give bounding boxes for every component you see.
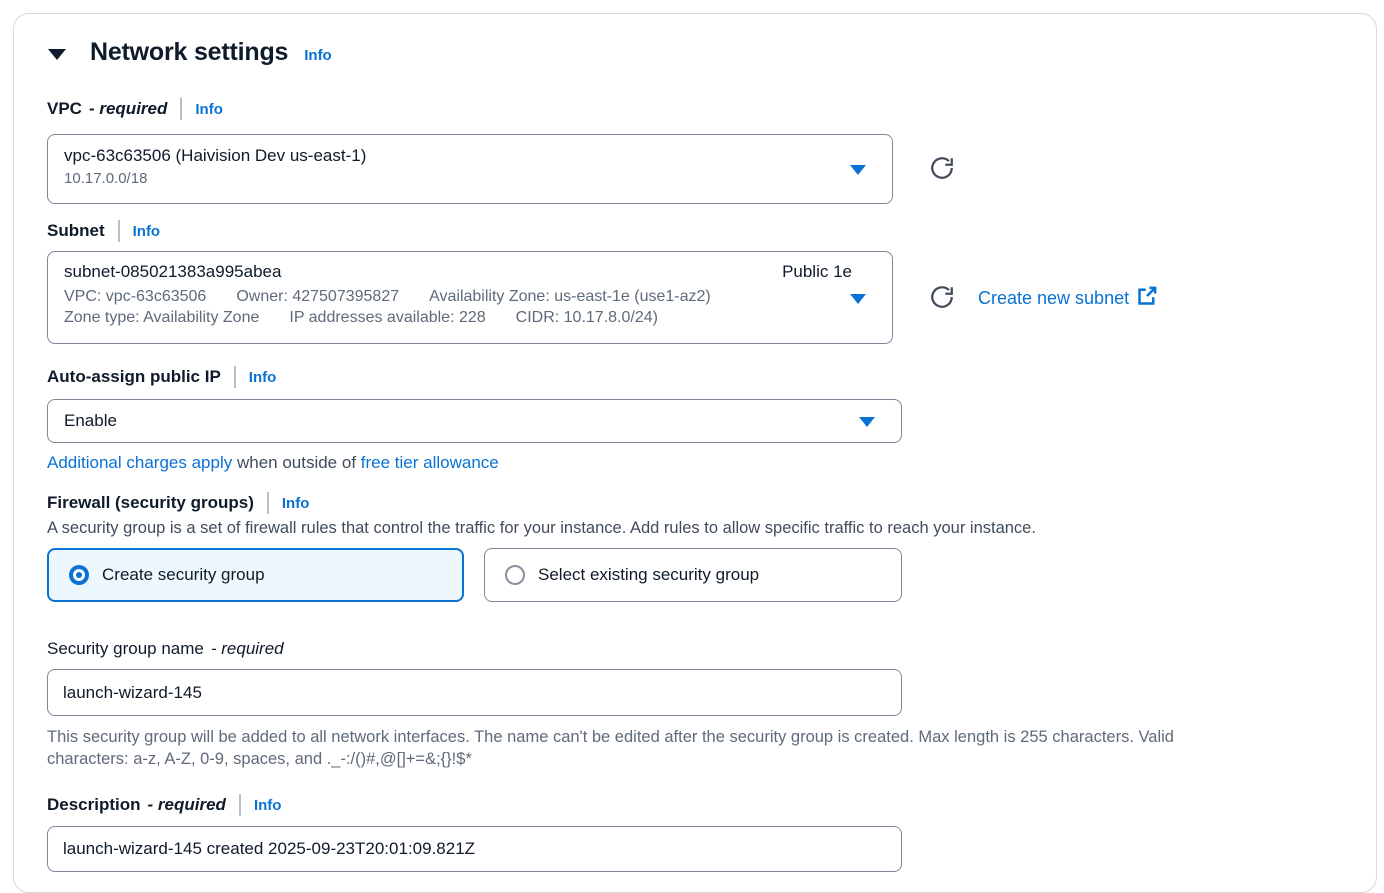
chevron-down-icon bbox=[850, 165, 866, 175]
create-security-group-option[interactable]: Create security group bbox=[47, 548, 464, 602]
section-info-link[interactable]: Info bbox=[304, 47, 332, 64]
auto-assign-info-link[interactable]: Info bbox=[249, 369, 277, 386]
subnet-badge: Public 1e bbox=[782, 262, 852, 282]
label-divider bbox=[239, 794, 241, 816]
subnet-meta-row-2: Zone type: Availability Zone IP addresse… bbox=[64, 309, 892, 327]
create-new-subnet-link[interactable]: Create new subnet bbox=[978, 286, 1157, 311]
subnet-refresh-button[interactable] bbox=[929, 284, 955, 313]
refresh-icon bbox=[929, 169, 955, 184]
free-tier-link[interactable]: free tier allowance bbox=[361, 453, 499, 472]
vpc-select[interactable]: vpc-63c63506 (Haivision Dev us-east-1) 1… bbox=[47, 134, 893, 204]
subnet-meta-az: Availability Zone: us-east-1e (use1-az2) bbox=[429, 288, 711, 306]
subnet-meta-ip-available: IP addresses available: 228 bbox=[289, 309, 485, 327]
firewall-info-link[interactable]: Info bbox=[282, 495, 310, 512]
description-label: Description bbox=[47, 795, 141, 815]
label-divider bbox=[267, 492, 269, 514]
create-security-group-label: Create security group bbox=[102, 565, 265, 585]
sg-name-label-row: Security group name - required bbox=[47, 638, 284, 660]
firewall-label: Firewall (security groups) bbox=[47, 493, 254, 513]
vpc-info-link[interactable]: Info bbox=[195, 101, 223, 118]
charges-note: Additional charges apply when outside of… bbox=[47, 453, 499, 473]
vpc-select-cidr: 10.17.0.0/18 bbox=[64, 170, 832, 187]
vpc-select-value: vpc-63c63506 (Haivision Dev us-east-1) bbox=[64, 146, 832, 166]
vpc-required-flag: - required bbox=[89, 99, 167, 119]
section-title: Network settings bbox=[90, 38, 288, 67]
subnet-meta-zone-type: Zone type: Availability Zone bbox=[64, 309, 259, 327]
vpc-refresh-button[interactable] bbox=[929, 155, 955, 184]
section-header: Network settings Info bbox=[48, 38, 332, 67]
refresh-icon bbox=[929, 298, 955, 313]
firewall-label-row: Firewall (security groups) Info bbox=[47, 492, 309, 514]
chevron-down-icon bbox=[850, 294, 866, 304]
description-info-link[interactable]: Info bbox=[254, 797, 282, 814]
subnet-label-row: Subnet Info bbox=[47, 220, 160, 242]
sg-name-hint-line1: This security group will be added to all… bbox=[47, 726, 1347, 748]
auto-assign-label: Auto-assign public IP bbox=[47, 367, 221, 387]
charges-note-middle: when outside of bbox=[232, 453, 361, 472]
select-existing-security-group-option[interactable]: Select existing security group bbox=[484, 548, 902, 602]
sg-name-input[interactable] bbox=[47, 669, 902, 716]
select-existing-security-group-label: Select existing security group bbox=[538, 565, 759, 585]
subnet-select-value: subnet-085021383a995abea bbox=[64, 262, 281, 282]
sg-name-hint: This security group will be added to all… bbox=[47, 726, 1347, 770]
collapse-caret-icon[interactable] bbox=[48, 49, 66, 60]
radio-unselected-icon[interactable] bbox=[505, 565, 525, 585]
radio-selected-icon[interactable] bbox=[69, 565, 89, 585]
external-link-icon bbox=[1137, 286, 1157, 311]
auto-assign-label-row: Auto-assign public IP Info bbox=[47, 366, 276, 388]
sg-name-hint-line2: characters: a-z, A-Z, 0-9, spaces, and .… bbox=[47, 748, 1347, 770]
sg-name-label: Security group name bbox=[47, 639, 204, 659]
auto-assign-select[interactable]: Enable bbox=[47, 399, 902, 443]
label-divider bbox=[118, 220, 120, 242]
network-settings-panel: Network settings Info VPC - required Inf… bbox=[13, 13, 1377, 893]
description-required-flag: - required bbox=[148, 795, 226, 815]
subnet-meta-vpc: VPC: vpc-63c63506 bbox=[64, 288, 206, 306]
create-new-subnet-label: Create new subnet bbox=[978, 288, 1129, 309]
subnet-meta-row-1: VPC: vpc-63c63506 Owner: 427507395827 Av… bbox=[64, 288, 892, 306]
subnet-meta-cidr: CIDR: 10.17.8.0/24) bbox=[516, 309, 658, 327]
sg-name-required-flag: - required bbox=[211, 639, 284, 659]
chevron-down-icon bbox=[859, 417, 875, 427]
description-label-row: Description - required Info bbox=[47, 794, 281, 816]
subnet-select[interactable]: subnet-085021383a995abea Public 1e VPC: … bbox=[47, 251, 893, 344]
firewall-description: A security group is a set of firewall ru… bbox=[47, 519, 1347, 538]
description-input[interactable] bbox=[47, 826, 902, 872]
label-divider bbox=[234, 366, 236, 388]
subnet-info-link[interactable]: Info bbox=[133, 223, 161, 240]
vpc-label: VPC bbox=[47, 99, 82, 119]
auto-assign-value: Enable bbox=[64, 411, 117, 431]
vpc-label-row: VPC - required Info bbox=[47, 98, 223, 120]
subnet-label: Subnet bbox=[47, 221, 105, 241]
subnet-meta-owner: Owner: 427507395827 bbox=[236, 288, 399, 306]
additional-charges-link[interactable]: Additional charges apply bbox=[47, 453, 232, 472]
label-divider bbox=[180, 98, 182, 120]
